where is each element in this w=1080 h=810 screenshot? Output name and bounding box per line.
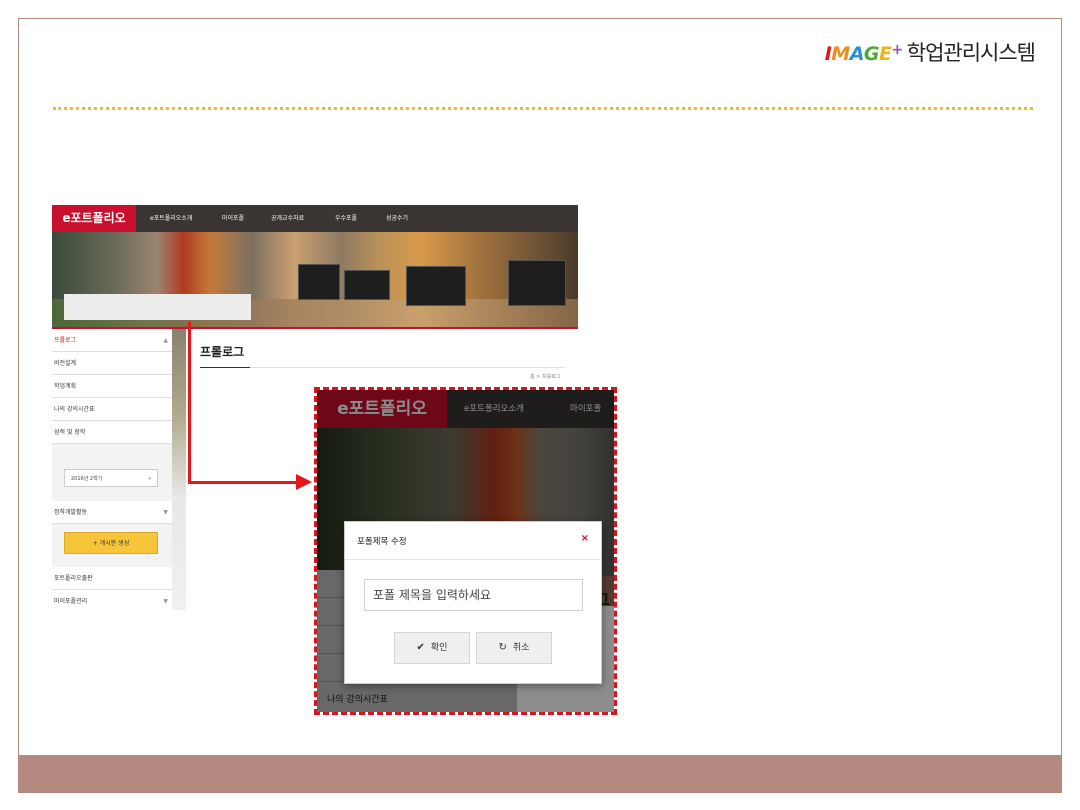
logo-letter: M (831, 43, 850, 65)
site-logo[interactable]: e포트폴리오 (52, 205, 136, 232)
semester-select-value: 2016년 2학기 (71, 476, 103, 482)
logo-letter: G (863, 43, 880, 65)
monitor-shape (508, 260, 566, 306)
cancel-label: 취소 (512, 643, 530, 653)
sidebar-image-strip (172, 329, 186, 610)
refresh-icon: ↻ (498, 642, 507, 653)
close-icon[interactable]: × (581, 533, 589, 544)
system-title: 학업관리시스템 (906, 41, 1036, 65)
title-divider (200, 367, 565, 368)
nav-item-intro[interactable]: e포트폴리오소개 (150, 205, 192, 232)
brand: IMAGE+ 학업관리시스템 (824, 37, 1036, 67)
confirm-button[interactable]: ✔ 확인 (394, 632, 470, 664)
dotted-divider (53, 107, 1033, 110)
breadcrumb: 홈 > 프롤로그 (530, 374, 561, 380)
nav-item-stories[interactable]: 성공수기 (386, 205, 408, 232)
zoomed-screenshot: e포트폴리오 e포트폴리오소개 마이포폴 그 나의 강의시간표 포폴제목 수정 … (314, 387, 617, 715)
edit-title-modal: 포폴제목 수정 × 포폴 제목을 입력하세요 ✔ 확인 ↻ 취소 (344, 521, 602, 684)
banner-title-box (64, 294, 251, 320)
monitor-shape (298, 264, 340, 300)
arrow-head-icon (296, 474, 312, 490)
nav-item-best[interactable]: 우수포폴 (335, 205, 357, 232)
zoomed-content: e포트폴리오 e포트폴리오소개 마이포폴 그 나의 강의시간표 포폴제목 수정 … (317, 390, 614, 712)
sidebar-item-label: 정착개발활동 (54, 509, 88, 516)
sidebar-item-timetable[interactable]: 나의 강의시간표 (52, 398, 172, 421)
cancel-button[interactable]: ↻ 취소 (476, 632, 552, 664)
arrow-connector-vertical (188, 322, 191, 484)
top-nav: e포트폴리오 e포트폴리오소개 마이포폴 공개교수자료 우수포폴 성공수기 (52, 205, 578, 232)
sidebar-item-vision[interactable]: 비전설계 (52, 352, 172, 375)
arrow-connector-horizontal (188, 481, 298, 484)
page-title: 프롤로그 (200, 345, 245, 359)
sidebar-item-publish[interactable]: 포트폴리오출판 (52, 567, 172, 590)
logo-letter: + (891, 42, 904, 58)
sidebar-item-plan[interactable]: 학업계획 (52, 375, 172, 398)
add-board-button[interactable]: + 게시판 생성 (64, 532, 158, 554)
title-underline (200, 367, 250, 368)
nav-item-public[interactable]: 공개교수자료 (271, 205, 304, 232)
logo-letter: I (824, 43, 832, 65)
sidebar-item-activities[interactable]: 정착개발활동 ▼ (52, 501, 172, 524)
monitor-shape (344, 270, 390, 300)
semester-select[interactable]: 2016년 2학기 ▾ (64, 469, 158, 487)
sidebar: 프롤로그 ▲ 비전설계 학업계획 나의 강의시간표 성적 및 장학 2016년 2… (52, 329, 186, 610)
image-plus-logo: IMAGE+ (824, 42, 904, 65)
modal-header: 포폴제목 수정 × (345, 522, 601, 560)
modal-title: 포폴제목 수정 (357, 537, 407, 547)
portfolio-title-input[interactable]: 포폴 제목을 입력하세요 (364, 579, 583, 611)
sidebar-item-manage[interactable]: 마이포폴관리 ▼ (52, 590, 172, 610)
logo-letter: E (879, 43, 892, 65)
chevron-down-icon: ▼ (163, 598, 168, 605)
nav-item-myportfolio[interactable]: 마이포폴 (222, 205, 244, 232)
sidebar-item-grades[interactable]: 성적 및 장학 (52, 421, 172, 444)
footer-band (19, 755, 1061, 792)
logo-letter: A (849, 43, 865, 65)
chevron-down-icon: ▾ (148, 476, 151, 482)
monitor-shape (406, 266, 466, 306)
sidebar-item-label: 프롤로그 (54, 337, 77, 344)
sidebar-item-prologue[interactable]: 프롤로그 ▲ (52, 329, 172, 352)
check-icon: ✔ (416, 642, 425, 653)
sidebar-item-label: 마이포폴관리 (54, 598, 88, 605)
chevron-up-icon: ▲ (163, 337, 168, 344)
chevron-down-icon: ▼ (163, 509, 168, 516)
confirm-label: 확인 (430, 643, 448, 653)
